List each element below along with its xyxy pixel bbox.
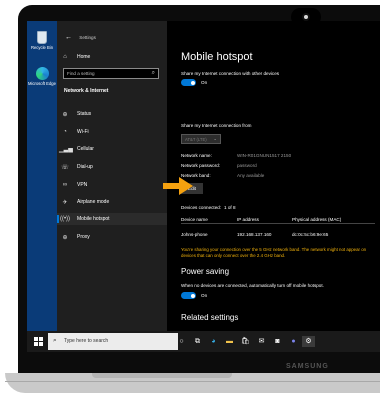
nav-home-label: Home bbox=[77, 54, 91, 60]
camera-icon[interactable]: ◙ bbox=[272, 336, 283, 347]
search-icon: ⌕ bbox=[151, 70, 155, 76]
windows-start-icon[interactable] bbox=[34, 337, 43, 346]
chevron-down-icon: ⌄ bbox=[213, 136, 217, 141]
table-header-device: Device name bbox=[181, 217, 208, 222]
nav-item-label: Wi-Fi bbox=[77, 129, 89, 135]
annotation-arrow bbox=[163, 177, 193, 195]
teams-icon[interactable]: ● bbox=[288, 336, 299, 347]
nav-item-mobile-hotspot[interactable]: ((•)) Mobile hotspot bbox=[57, 213, 167, 225]
nav-item-cellular[interactable]: ▁▃▅ Cellular bbox=[57, 143, 167, 155]
screen: Recycle Bin Microsoft Edge ← Settings ⌂ … bbox=[27, 21, 380, 352]
settings-nav: ← Settings ⌂ Home Find a setting ⌕ Netwo… bbox=[57, 21, 167, 331]
taskbar: ⌕ Type here to search ○ ⧉ ◕ ▬ 🛍 ✉ ◙ ● ⚙ bbox=[27, 331, 380, 352]
mail-icon[interactable]: ✉ bbox=[256, 336, 267, 347]
power-saving-label: When no devices are connected, automatic… bbox=[181, 283, 324, 288]
nav-item-label: Airplane mode bbox=[77, 199, 110, 205]
share-toggle[interactable] bbox=[181, 79, 196, 86]
desktop-icon-label: Microsoft Edge bbox=[28, 81, 56, 86]
share-from-select[interactable]: AT&T (LTE) ⌄ bbox=[181, 134, 221, 144]
find-setting-input[interactable]: Find a setting ⌕ bbox=[63, 68, 159, 79]
settings-window: ← Settings ⌂ Home Find a setting ⌕ Netwo… bbox=[57, 21, 380, 331]
cellular-icon: ▁▃▅ bbox=[59, 146, 73, 153]
laptop-hinge-notch bbox=[92, 373, 232, 378]
nav-item-label: VPN bbox=[77, 182, 88, 188]
nav-item-label: Status bbox=[77, 111, 92, 117]
network-password-value: password bbox=[237, 163, 257, 168]
airplane-icon: ✈ bbox=[62, 199, 68, 206]
power-saving-state: On bbox=[201, 293, 208, 298]
nav-item-wifi[interactable]: ◔ Wi-Fi bbox=[57, 126, 167, 138]
nav-item-proxy[interactable]: ⊕ Proxy bbox=[57, 231, 167, 243]
nav-item-vpn[interactable]: ∞ VPN bbox=[57, 179, 167, 191]
nav-item-airplane[interactable]: ✈ Airplane mode bbox=[57, 196, 167, 208]
store-icon[interactable]: 🛍 bbox=[240, 336, 251, 347]
edge-icon bbox=[35, 67, 49, 80]
back-arrow-icon[interactable]: ← bbox=[65, 34, 72, 41]
edge-icon[interactable]: ◕ bbox=[208, 336, 219, 347]
proxy-icon: ⊕ bbox=[62, 234, 68, 241]
share-label: Share my Internet connection with other … bbox=[181, 71, 280, 76]
share-from-label: Share my Internet connection from bbox=[181, 123, 252, 128]
home-icon: ⌂ bbox=[63, 54, 67, 60]
related-settings-title: Related settings bbox=[181, 313, 239, 322]
taskbar-search-box[interactable]: ⌕ Type here to search bbox=[48, 333, 178, 350]
cortana-icon[interactable]: ○ bbox=[176, 336, 187, 347]
table-cell-device: Johns-phone bbox=[181, 232, 208, 237]
window-title: Settings bbox=[79, 35, 96, 40]
share-from-value: AT&T (LTE) bbox=[185, 137, 207, 142]
table-divider bbox=[181, 223, 375, 224]
share-state: On bbox=[201, 80, 208, 85]
page-title: Mobile hotspot bbox=[181, 51, 253, 63]
desktop-icon-label: Recycle Bin bbox=[30, 45, 54, 50]
nav-section-title: Network & Internet bbox=[64, 88, 109, 94]
nav-item-label: Dial-up bbox=[77, 164, 93, 170]
status-icon: ⊕ bbox=[62, 111, 68, 118]
power-saving-title: Power saving bbox=[181, 267, 230, 276]
search-icon: ⌕ bbox=[53, 337, 57, 344]
titlebar: ← Settings bbox=[65, 34, 96, 41]
nav-item-label: Mobile hotspot bbox=[77, 216, 110, 222]
table-header-mac: Physical address (MAC) bbox=[292, 217, 342, 222]
find-setting-placeholder: Find a setting bbox=[67, 71, 95, 76]
settings-icon[interactable]: ⚙ bbox=[302, 336, 315, 347]
desktop-icon-edge[interactable]: Microsoft Edge bbox=[28, 67, 56, 86]
taskbar-search-placeholder: Type here to search bbox=[64, 338, 109, 344]
task-view-icon[interactable]: ⧉ bbox=[192, 336, 203, 347]
brand-logo: SAMSUNG bbox=[286, 363, 329, 370]
nav-home[interactable]: ⌂ Home bbox=[57, 51, 167, 63]
table-cell-mac: dc:0c:5c:b6:9e:65 bbox=[292, 232, 329, 237]
nav-item-label: Proxy bbox=[77, 234, 90, 240]
network-password-label: Network password: bbox=[181, 163, 221, 168]
power-saving-toggle[interactable] bbox=[181, 292, 196, 299]
devices-connected-label: Devices connected: bbox=[181, 205, 222, 210]
wifi-icon: ◔ bbox=[63, 129, 67, 135]
dialup-icon: ☏ bbox=[61, 164, 69, 171]
vpn-icon: ∞ bbox=[62, 182, 68, 188]
table-cell-ip: 192.168.137.160 bbox=[237, 232, 272, 237]
hotspot-icon: ((•)) bbox=[59, 216, 71, 222]
desktop: Recycle Bin Microsoft Edge bbox=[27, 21, 57, 331]
settings-content: Mobile hotspot Share my Internet connect… bbox=[181, 21, 380, 331]
desktop-icon-recycle-bin[interactable]: Recycle Bin bbox=[28, 31, 56, 50]
nav-item-dialup[interactable]: ☏ Dial-up bbox=[57, 161, 167, 173]
file-explorer-icon[interactable]: ▬ bbox=[224, 336, 235, 347]
band-warning: You're sharing your connection over the … bbox=[181, 247, 367, 259]
devices-connected-value: 1 of 8 bbox=[224, 205, 236, 210]
network-name-label: Network name: bbox=[181, 153, 212, 158]
nav-item-status[interactable]: ⊕ Status bbox=[57, 108, 167, 120]
nav-item-label: Cellular bbox=[77, 146, 94, 152]
recycle-bin-icon bbox=[37, 31, 47, 44]
network-name-value: WIN-R01GNUN1517 2150 bbox=[237, 153, 292, 158]
table-header-ip: IP address bbox=[237, 217, 259, 222]
network-band-value: Any available bbox=[237, 173, 265, 178]
